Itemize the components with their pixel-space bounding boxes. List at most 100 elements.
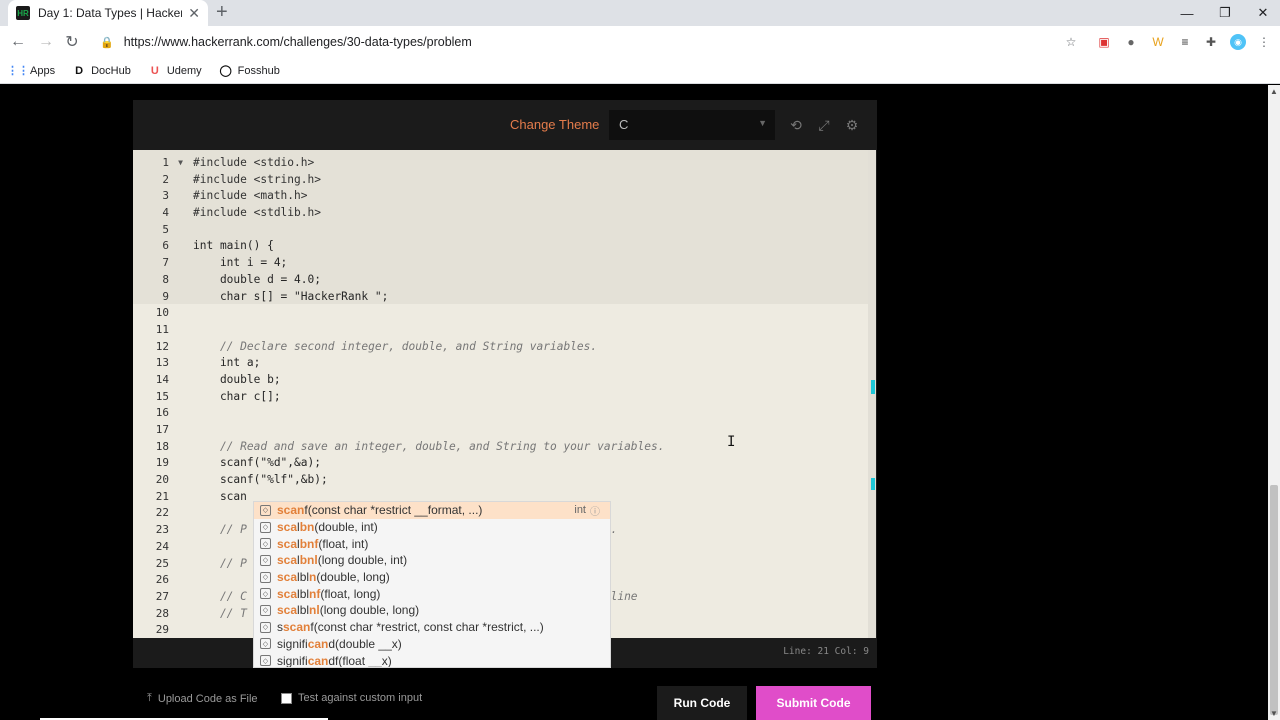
browser-tab[interactable]: HR Day 1: Data Types | HackerRank ✕ <box>8 0 208 26</box>
autocomplete-item[interactable]: ◇ scan f(const char *restrict __format, ..… <box>254 502 610 519</box>
code-line[interactable]: scanf("%d",&a); <box>193 455 664 472</box>
bookmark-apps[interactable]: ⋮⋮ Apps <box>7 65 55 78</box>
new-tab-icon[interactable]: + <box>216 2 228 22</box>
info-icon[interactable]: ⓘ <box>590 503 600 518</box>
code-line[interactable] <box>193 305 664 322</box>
autocomplete-item[interactable]: ◇ sca l bn (double, int) <box>254 519 610 536</box>
function-cube-icon: ◇ <box>260 621 271 633</box>
custom-input-label: Test against custom input <box>298 692 423 704</box>
upload-code-link[interactable]: ⤒ Upload Code as File <box>147 692 258 705</box>
code-line[interactable]: int a; <box>193 355 664 372</box>
autocomplete-text: (long double, long) <box>319 603 420 618</box>
line-number: 7 <box>162 256 169 270</box>
submit-code-button[interactable]: Submit Code <box>756 686 871 720</box>
page-scrollbar[interactable]: ▲ ▼ <box>1268 85 1280 720</box>
autocomplete-text: n <box>309 570 317 585</box>
reload-icon[interactable]: ↻ <box>62 32 82 52</box>
code-line[interactable]: #include <stdlib.h> <box>193 205 664 222</box>
code-line[interactable]: scanf("%lf",&b); <box>193 472 664 489</box>
fold-chevron-icon[interactable]: ▼ <box>178 155 183 172</box>
autocomplete-text: bnl <box>299 553 318 568</box>
history-icon[interactable]: ⟲ <box>787 116 805 134</box>
bookmark-label: Udemy <box>166 64 202 77</box>
line-number: 20 <box>155 473 169 487</box>
code-line[interactable] <box>193 322 664 339</box>
run-code-button[interactable]: Run Code <box>657 686 747 720</box>
code-line[interactable]: // Read and save an integer, double, and… <box>193 439 665 456</box>
code-line[interactable] <box>193 222 664 239</box>
gear-icon[interactable]: ⚙ <box>843 116 861 134</box>
extension-menu-icon[interactable]: ≡ <box>1177 34 1193 50</box>
browser-menu-icon[interactable]: ⋮ <box>1256 34 1272 50</box>
function-cube-icon: ◇ <box>260 521 271 533</box>
extensions-puzzle-icon[interactable]: ✚ <box>1203 34 1219 50</box>
restore-icon[interactable]: ❐ <box>1206 0 1244 26</box>
line-number: 11 <box>155 322 169 336</box>
autocomplete-text: scan <box>277 503 305 518</box>
extension-bulb-icon[interactable]: ● <box>1123 34 1139 50</box>
line-number: 15 <box>155 389 169 403</box>
fullscreen-icon[interactable]: ⤢ <box>815 116 833 134</box>
autocomplete-item[interactable]: ◇ sca l bnf (float, int) <box>254 535 610 552</box>
bookmark-fosshub[interactable]: ◯ Fosshub <box>220 65 280 78</box>
code-line[interactable]: char s[] = "HackerRank "; <box>193 289 664 306</box>
line-number: 23 <box>155 523 169 537</box>
cursor-position: Line: 21 Col: 9 <box>783 646 869 657</box>
change-theme-link[interactable]: Change Theme <box>510 117 599 132</box>
autocomplete-text: df(float __x) <box>328 653 392 668</box>
line-number: 14 <box>155 372 169 386</box>
back-arrow-icon[interactable]: ← <box>8 32 28 52</box>
code-line[interactable]: double b; <box>193 372 664 389</box>
autocomplete-text: scan <box>283 620 311 635</box>
line-number: 2 <box>162 172 169 186</box>
autocomplete-text: lbl <box>297 586 310 601</box>
autocomplete-item[interactable]: ◇ sca lbl nl (long double, long) <box>254 602 610 619</box>
autocomplete-item[interactable]: ◇ s scan f(const char *restrict, const char… <box>254 619 610 636</box>
code-line[interactable]: double d = 4.0; <box>193 272 664 289</box>
function-cube-icon: ◇ <box>260 638 271 650</box>
autocomplete-item[interactable]: ◇ signifi can d(double __x) <box>254 636 610 653</box>
line-number: 5 <box>162 222 169 236</box>
custom-input-checkbox[interactable] <box>281 692 292 704</box>
code-line[interactable] <box>193 405 664 422</box>
extension-pocket-icon[interactable]: ▣ <box>1096 34 1112 50</box>
scroll-up-icon[interactable]: ▲ <box>1270 87 1278 96</box>
editor-scrollbar[interactable] <box>868 150 876 638</box>
bookmark-dochub[interactable]: D DocHub <box>73 65 131 77</box>
line-number: 24 <box>155 539 169 553</box>
code-line[interactable]: #include <stdio.h> <box>193 155 664 172</box>
url-field[interactable]: 🔒 https://www.hackerrank.com/challenges/… <box>92 30 1092 54</box>
extension-w-icon[interactable]: W <box>1150 34 1166 50</box>
scroll-thumb[interactable] <box>1270 485 1278 715</box>
code-line[interactable]: int main() { <box>193 238 664 255</box>
code-line[interactable] <box>193 422 664 439</box>
autocomplete-item[interactable]: ◇ sca lbl nf (float, long) <box>254 585 610 602</box>
close-window-icon[interactable]: ✕ <box>1244 0 1280 26</box>
minimize-icon[interactable]: — <box>1168 0 1206 26</box>
code-line[interactable]: #include <string.h> <box>193 172 664 189</box>
chevron-down-icon: ▼ <box>758 118 767 128</box>
action-bar: ⤒ Upload Code as File Test against custo… <box>133 684 877 720</box>
autocomplete-item[interactable]: ◇ signifi can df(float __x) <box>254 652 610 668</box>
autocomplete-popup[interactable]: ◇ scan f(const char *restrict __format, ..… <box>253 501 611 668</box>
line-number: 1 ▼ <box>133 155 191 172</box>
custom-input-toggle[interactable]: Test against custom input <box>281 692 422 704</box>
line-number: 8 <box>162 272 169 286</box>
code-line[interactable]: char c[]; <box>193 389 664 406</box>
autocomplete-text: lbl <box>297 603 310 618</box>
profile-avatar-icon[interactable]: ◉ <box>1230 34 1246 50</box>
line-number: 25 <box>155 556 169 570</box>
code-line[interactable]: #include <math.h> <box>193 188 664 205</box>
close-tab-icon[interactable]: ✕ <box>188 5 200 22</box>
autocomplete-text: can <box>307 653 329 668</box>
line-number: 22 <box>155 506 169 520</box>
language-select[interactable]: C ▼ <box>609 110 775 140</box>
autocomplete-item[interactable]: ◇ sca lbl n (double, long) <box>254 569 610 586</box>
autocomplete-item[interactable]: ◇ sca l bnl (long double, int) <box>254 552 610 569</box>
bookmark-udemy[interactable]: U Udemy <box>149 65 202 77</box>
bookmark-star-icon[interactable]: ☆ <box>1063 34 1079 50</box>
code-line[interactable]: // Declare second integer, double, and S… <box>193 339 664 356</box>
forward-arrow-icon[interactable]: → <box>36 32 56 52</box>
code-line[interactable]: int i = 4; <box>193 255 664 272</box>
scroll-down-icon[interactable]: ▼ <box>1270 709 1278 718</box>
